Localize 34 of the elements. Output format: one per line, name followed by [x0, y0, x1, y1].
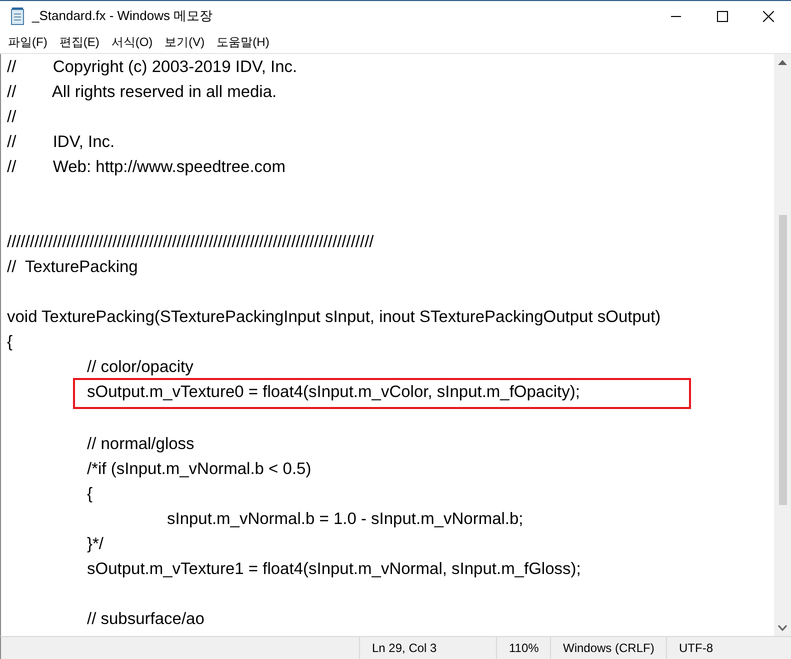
code-line: sInput.m_vNormal.b = 1.0 - sInput.m_vNormal.b; [166, 509, 524, 530]
scroll-up-icon[interactable] [778, 60, 787, 65]
code-line: // color/opacity [86, 357, 194, 378]
code-line: sOutput.m_vTexture1 = float4(sInput.m_vNormal, sInput.m_fGloss); [86, 559, 581, 580]
code-line: // Copyright (c) 2003-2019 IDV, Inc. [7, 57, 298, 78]
code-line: //////////////////////////////////////////////////////////////////////////////// [7, 232, 374, 253]
code-line: // Web: http://www.speedtree.com [7, 157, 286, 178]
scroll-down-icon[interactable] [778, 624, 787, 630]
scrollbar-thumb[interactable] [778, 215, 786, 505]
code-line: // TexturePacking [7, 257, 138, 278]
close-icon [762, 10, 774, 22]
code-line: void TexturePacking(STexturePackingInput sInput, inout STexturePackingOutput sOutput) [7, 307, 661, 328]
code-line: { [86, 484, 93, 505]
maximize-icon [716, 10, 728, 22]
code-line: // All rights reserved in all media. [7, 82, 277, 103]
code-line: // normal/gloss [86, 434, 194, 455]
code-line: { [7, 332, 13, 353]
line-ending: Windows (CRLF) [550, 637, 666, 659]
code-line: // subsurface/ao [86, 609, 204, 630]
code-line: }*/ [86, 534, 104, 555]
code-line: // [7, 107, 16, 128]
menu-item[interactable]: 도움말(H) [210, 32, 276, 52]
notepad-icon [10, 7, 26, 25]
menu-item[interactable]: 파일(F) [2, 32, 54, 52]
encoding: UTF-8 [666, 637, 766, 659]
menu-item[interactable]: 편집(E) [53, 32, 106, 52]
zoom-level: 110% [496, 637, 550, 659]
menu-item[interactable]: 서식(O) [105, 32, 159, 52]
menu-item[interactable]: 보기(V) [158, 32, 211, 52]
code-line: // IDV, Inc. [7, 132, 115, 153]
scrollbar[interactable] [774, 54, 791, 636]
code-line: /*if (sInput.m_vNormal.b < 0.5) [86, 459, 312, 480]
window-title: _Standard.fx - Windows 메모장 [32, 7, 214, 25]
cursor-position: Ln 29, Col 3 [359, 637, 496, 659]
